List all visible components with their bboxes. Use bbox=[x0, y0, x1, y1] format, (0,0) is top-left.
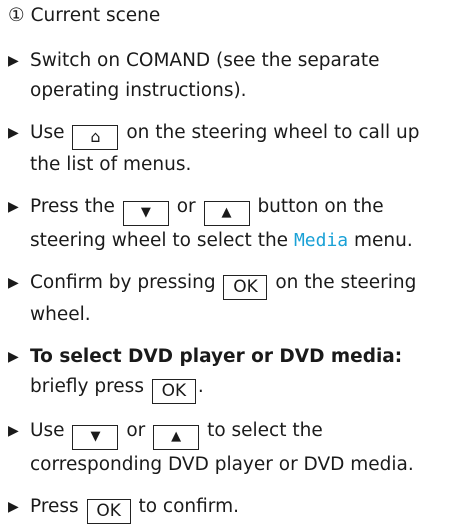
step-text: corresponding DVD player or DVD media. bbox=[30, 454, 414, 475]
up-key-icon: ▲ bbox=[203, 201, 250, 226]
bullet-arrow-icon: ▶ bbox=[8, 499, 19, 515]
caption-text: Current scene bbox=[30, 5, 161, 26]
step-line: To select DVD player or DVD media: bbox=[30, 342, 448, 372]
step-text: or bbox=[126, 420, 146, 441]
step-line: Use ▼ or ▲ to select the bbox=[30, 416, 448, 450]
bullet-arrow-icon: ▶ bbox=[8, 275, 19, 291]
step-line: Use ⌂ on the steering wheel to call up bbox=[30, 118, 448, 150]
step-text: wheel. bbox=[30, 304, 91, 325]
list-item: ▶ Confirm by pressing OK on the steering… bbox=[8, 268, 448, 330]
step-text: Press the bbox=[30, 196, 115, 217]
down-key-icon: ▼ bbox=[72, 425, 119, 450]
step-text: Use bbox=[30, 122, 65, 143]
step-heading: To select DVD player or DVD media: bbox=[30, 346, 403, 367]
bullet-arrow-icon: ▶ bbox=[8, 423, 19, 439]
step-line: Confirm by pressing OK on the steering bbox=[30, 268, 448, 300]
list-item: ▶ Use ⌂ on the steering wheel to call up… bbox=[8, 118, 448, 180]
list-item: ▶ Use ▼ or ▲ to select the corresponding… bbox=[8, 416, 448, 480]
ok-key-icon: OK bbox=[151, 379, 196, 404]
step-text: on the steering bbox=[275, 272, 417, 293]
media-menu-label: Media bbox=[293, 230, 349, 251]
bullet-arrow-icon: ▶ bbox=[8, 125, 19, 141]
document-page: ① Current scene ▶ Switch on COMAND (see t… bbox=[0, 0, 456, 524]
step-text: Use bbox=[30, 420, 65, 441]
step-line: Press OK to confirm. bbox=[30, 492, 448, 524]
step-text: briefly press bbox=[30, 376, 144, 397]
step-text: button on the bbox=[257, 196, 384, 217]
step-text: on the steering wheel to call up bbox=[126, 122, 420, 143]
bullet-arrow-icon: ▶ bbox=[8, 349, 19, 365]
list-item: ▶ Press OK to confirm. bbox=[8, 492, 448, 524]
step-text: or bbox=[176, 196, 196, 217]
step-text: operating instructions). bbox=[30, 80, 247, 101]
ok-key-icon: OK bbox=[223, 275, 268, 300]
step-text: to select the bbox=[207, 420, 323, 441]
caption-number: ① bbox=[8, 5, 25, 26]
step-text: steering wheel to select the bbox=[30, 230, 289, 251]
step-text: to confirm. bbox=[138, 496, 239, 517]
step-line: briefly press OK. bbox=[30, 372, 448, 404]
instruction-list: ▶ Switch on COMAND (see the separate ope… bbox=[8, 46, 448, 524]
list-item: ▶ Press the ▼ or ▲ button on the steerin… bbox=[8, 192, 448, 256]
list-item: ▶ To select DVD player or DVD media: bri… bbox=[8, 342, 448, 404]
step-text: Switch on COMAND (see the separate bbox=[30, 50, 380, 71]
step-text: Press bbox=[30, 496, 79, 517]
bullet-arrow-icon: ▶ bbox=[8, 53, 19, 69]
step-text: menu. bbox=[354, 230, 413, 251]
bullet-arrow-icon: ▶ bbox=[8, 199, 19, 215]
list-item: ▶ Switch on COMAND (see the separate ope… bbox=[8, 46, 448, 106]
caption: ① Current scene bbox=[8, 1, 160, 31]
step-text: Confirm by pressing bbox=[30, 272, 216, 293]
ok-key-icon: OK bbox=[86, 499, 131, 524]
step-line: Press the ▼ or ▲ button on the bbox=[30, 192, 448, 226]
step-text: the list of menus. bbox=[30, 154, 192, 175]
up-key-icon: ▲ bbox=[153, 425, 200, 450]
step-text: . bbox=[197, 376, 204, 397]
step-line: steering wheel to select the Media menu. bbox=[30, 226, 448, 256]
down-key-icon: ▼ bbox=[122, 201, 169, 226]
home-key-icon: ⌂ bbox=[72, 125, 119, 150]
